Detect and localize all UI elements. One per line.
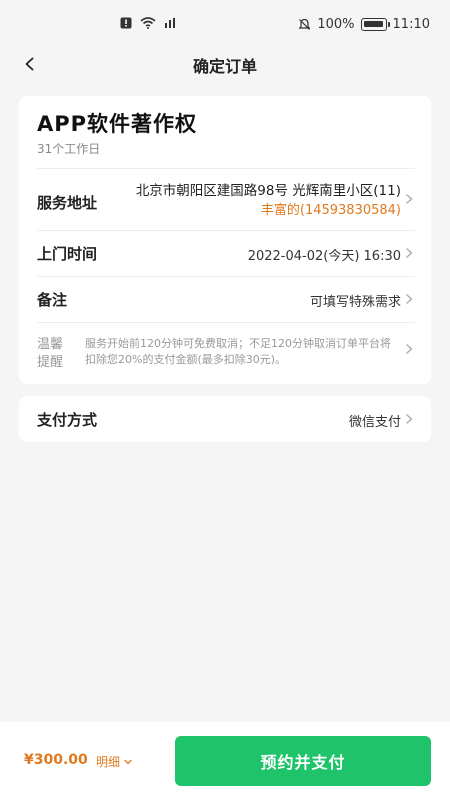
- contact-text: 丰富的(14593830584): [260, 203, 401, 218]
- nav-bar: 确定订单: [0, 44, 450, 84]
- visit-time-row[interactable]: 上门时间 2022-04-02(今天) 16:30: [19, 230, 431, 276]
- chevron-down-icon: [124, 759, 132, 764]
- page-title: 确定订单: [192, 57, 257, 76]
- remark-row[interactable]: 备注 可填写特殊需求: [19, 276, 431, 322]
- cancellation-tips-row[interactable]: 温馨提醒 服务开始前120分钟可免费取消；不足120分钟取消订单平台将扣除您20…: [19, 322, 431, 382]
- remark-label: 备注: [37, 291, 68, 309]
- tips-text: 服务开始前120分钟可免费取消；不足120分钟取消订单平台将扣除您20%的支付金…: [85, 337, 391, 366]
- signal-icon: [165, 18, 175, 28]
- order-card: APP软件著作权 31个工作日 服务地址 北京市朝阳区建国路98号 光辉南里小区…: [19, 96, 431, 384]
- wifi-icon: [140, 17, 156, 29]
- battery-icon: [360, 18, 390, 31]
- notification-icon: [120, 17, 132, 29]
- chevron-right-icon: [406, 294, 413, 304]
- price-detail-toggle[interactable]: 明细: [96, 753, 133, 770]
- book-and-pay-button[interactable]: 预约并支付: [175, 736, 431, 786]
- product-duration: 31个工作日: [37, 142, 101, 156]
- status-left-icons: [120, 17, 176, 29]
- chevron-right-icon: [406, 344, 413, 354]
- remark-placeholder: 可填写特殊需求: [309, 295, 401, 310]
- tips-label: 温馨提醒: [37, 337, 64, 370]
- payment-label: 支付方式: [37, 411, 98, 429]
- payment-value: 微信支付: [348, 415, 401, 430]
- visit-time-value: 2022-04-02(今天) 16:30: [247, 249, 401, 264]
- status-right: 100% 11:10: [298, 17, 430, 32]
- status-bar: 100% 11:10: [0, 0, 450, 44]
- detail-label: 明细: [96, 755, 121, 769]
- mute-icon: [298, 18, 311, 30]
- total-price: ¥300.00: [24, 752, 88, 768]
- address-row[interactable]: 服务地址 北京市朝阳区建国路98号 光辉南里小区(11) 丰富的(1459383…: [19, 168, 431, 230]
- address-label: 服务地址: [37, 194, 98, 212]
- chevron-right-icon: [406, 194, 413, 204]
- chevron-right-icon: [406, 248, 413, 258]
- clock-time: 11:10: [392, 17, 430, 32]
- visit-time-label: 上门时间: [37, 245, 98, 263]
- bottom-bar: ¥300.00 明细 预约并支付: [0, 722, 450, 800]
- chevron-right-icon: [406, 414, 413, 424]
- address-text: 北京市朝阳区建国路98号 光辉南里小区(11): [135, 183, 401, 199]
- product-title: APP软件著作权: [37, 112, 198, 136]
- payment-method-row[interactable]: 支付方式 微信支付: [19, 396, 431, 442]
- battery-percent: 100%: [317, 17, 355, 32]
